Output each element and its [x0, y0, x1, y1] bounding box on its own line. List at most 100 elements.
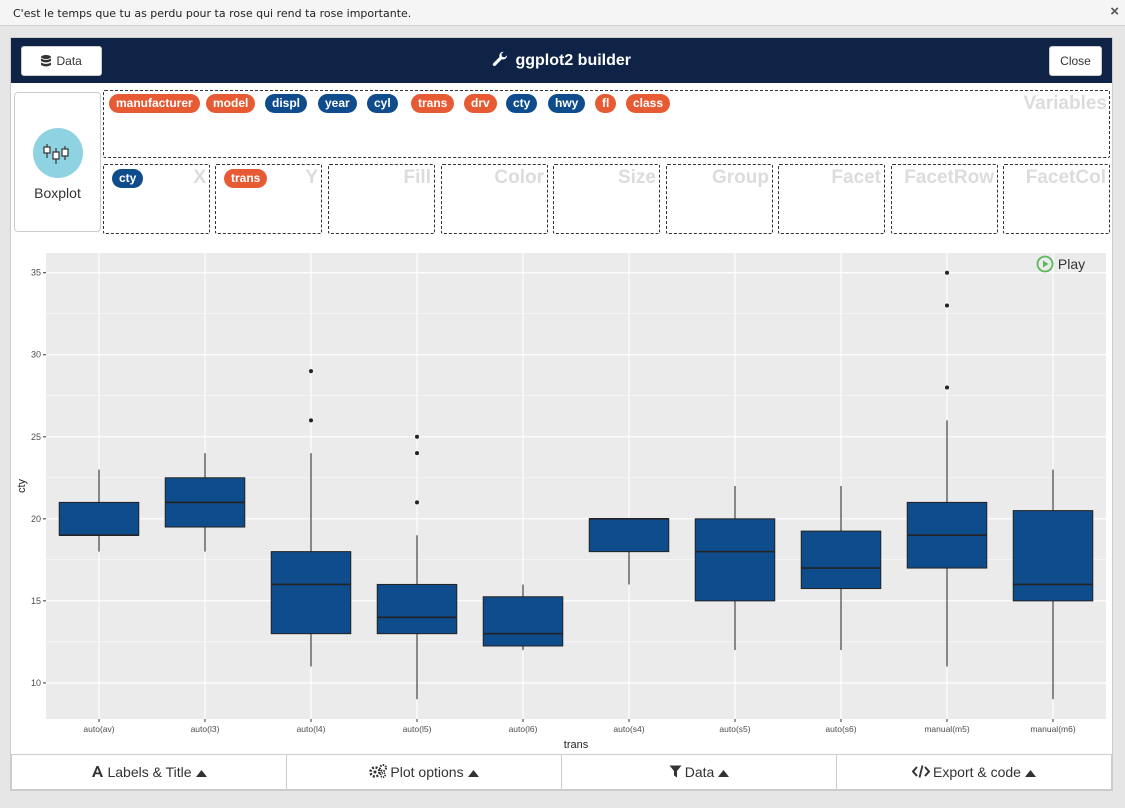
dropzone-size[interactable]: Size [553, 164, 660, 234]
y-tick-label: 30 [31, 350, 41, 360]
box-outlier-point [309, 369, 313, 374]
dropzone-y-pill[interactable]: trans [224, 169, 268, 188]
page-title-text: ggplot2 builder [515, 52, 631, 69]
dropzone-size-placeholder: Size [617, 167, 656, 188]
dropzone-facetrow-placeholder: FacetRow [904, 167, 994, 188]
box-outlier-point [945, 303, 949, 308]
dropzone-x-pill[interactable]: cty [112, 169, 144, 188]
notification-message: C'est le temps que tu as perdu pour ta r… [13, 7, 412, 20]
box-outlier-point [945, 385, 949, 390]
footer-tab-plot-options[interactable]: Plot options [286, 754, 562, 790]
y-axis-label: cty [16, 478, 28, 493]
y-tick-label: 15 [31, 596, 41, 606]
box-body [482, 596, 564, 647]
variable-pill-class[interactable]: class [626, 94, 671, 113]
dropzone-x-placeholder: X [193, 167, 206, 188]
x-tick-label: manual(m5) [924, 724, 970, 734]
caret-up-icon [1024, 764, 1036, 780]
box-outlier-point [945, 270, 949, 275]
footer-tabs: Labels & Title Plot options Data Export & c… [11, 754, 1112, 790]
variable-pill-manufacturer[interactable]: manufacturer [109, 94, 200, 113]
box-outlier-point [415, 451, 419, 456]
y-tick-label: 10 [31, 678, 41, 688]
variable-pill-year[interactable]: year [318, 94, 357, 113]
dropzone-color-placeholder: Color [494, 167, 544, 188]
footer-tab-label: Labels & Title [107, 764, 192, 780]
geom-label: Boxplot [34, 185, 81, 201]
notification-close-icon[interactable]: × [1110, 3, 1119, 20]
boxplot-chart: 10 15 20 25 30 35 auto(av) auto(l3) auto(l4) auto… [16, 253, 1106, 751]
x-tick-label: auto(av) [83, 724, 114, 734]
caret-up-icon [718, 764, 730, 780]
x-tick-label: auto(l6) [509, 724, 538, 734]
caret-up-icon [195, 764, 207, 780]
x-tick-label: auto(s5) [719, 724, 750, 734]
footer-tab-label: Plot options [390, 764, 464, 780]
dropzone-group[interactable]: Group [666, 164, 773, 234]
dropzone-y[interactable]: Ytrans [215, 164, 322, 234]
x-tick-label: auto(s4) [613, 724, 644, 734]
x-tick-label: auto(l5) [403, 724, 432, 734]
dropzone-facetrow[interactable]: FacetRow [891, 164, 998, 234]
boxplot-geom-icon [33, 128, 83, 178]
x-axis-label: trans [564, 739, 589, 751]
dropzone-facet[interactable]: Facet [778, 164, 885, 234]
footer-tab-label: Data [684, 764, 715, 780]
x-tick-label: auto(s6) [825, 724, 856, 734]
variables-dropzone[interactable]: Variables manufacturer model displ year cyl t… [103, 90, 1110, 158]
variable-pill-model[interactable]: model [206, 94, 256, 113]
footer-tab-data[interactable]: Data [561, 754, 837, 790]
dropzone-facet-placeholder: Facet [831, 167, 881, 188]
dropzone-color[interactable]: Color [441, 164, 548, 234]
variable-pill-hwy[interactable]: hwy [548, 94, 586, 113]
footer-tab-labels-title[interactable]: Labels & Title [11, 754, 287, 790]
y-tick-label: 25 [31, 432, 41, 442]
box-outlier-point [309, 418, 313, 423]
variable-pill-cty[interactable]: cty [506, 94, 538, 113]
variable-pill-fl[interactable]: fl [595, 94, 617, 113]
play-label: Play [1057, 256, 1086, 272]
dropzone-x[interactable]: Xcty [103, 164, 210, 234]
caret-up-icon [467, 764, 479, 780]
x-tick-label: manual(m6) [1030, 724, 1076, 734]
dropzone-fill-placeholder: Fill [403, 167, 431, 188]
builder-modal: Data ggplot2 builder Close Boxplot Varia… [10, 37, 1113, 791]
variable-pill-displ[interactable]: displ [265, 94, 308, 113]
notification-bar: C'est le temps que tu as perdu pour ta r… [0, 0, 1125, 26]
box-body [58, 501, 140, 536]
y-tick-label: 20 [31, 514, 41, 524]
variable-pill-drv[interactable]: drv [464, 94, 497, 113]
x-tick-label: auto(l4) [297, 724, 326, 734]
box-outlier-point [415, 434, 419, 439]
close-button[interactable]: Close [1049, 46, 1102, 76]
geom-selector[interactable]: Boxplot [14, 92, 101, 232]
footer-tab-export-code[interactable]: Export & code [836, 754, 1112, 790]
footer-tab-label: Export & code [933, 764, 1021, 780]
dropzone-group-placeholder: Group [712, 167, 769, 188]
wrench-icon [492, 51, 508, 66]
box-body [694, 518, 776, 602]
dropzone-y-placeholder: Y [305, 167, 318, 188]
box-body [588, 518, 670, 553]
modal-header: Data ggplot2 builder Close [11, 38, 1112, 83]
variables-placeholder: Variables [1023, 93, 1107, 114]
x-tick-label: auto(l3) [191, 724, 220, 734]
variable-pill-cyl[interactable]: cyl [367, 94, 398, 113]
dropzone-facetcol-placeholder: FacetCol [1025, 167, 1106, 188]
box-body [270, 551, 352, 635]
box-outlier-point [415, 500, 419, 505]
filter-icon [669, 765, 682, 781]
play-circle-icon [1036, 255, 1054, 273]
play-button[interactable]: Play [1036, 255, 1085, 273]
box-body [376, 583, 458, 635]
variable-pill-trans[interactable]: trans [411, 94, 455, 113]
y-tick-label: 35 [31, 268, 41, 278]
dropzone-fill[interactable]: Fill [328, 164, 435, 234]
page-title: ggplot2 builder [11, 51, 1112, 70]
dropzone-facetcol[interactable]: FacetCol [1003, 164, 1110, 234]
font-icon [91, 765, 104, 781]
box-body [800, 530, 882, 590]
code-icon [911, 765, 931, 781]
box-body [1012, 510, 1094, 602]
gears-icon [369, 764, 388, 781]
